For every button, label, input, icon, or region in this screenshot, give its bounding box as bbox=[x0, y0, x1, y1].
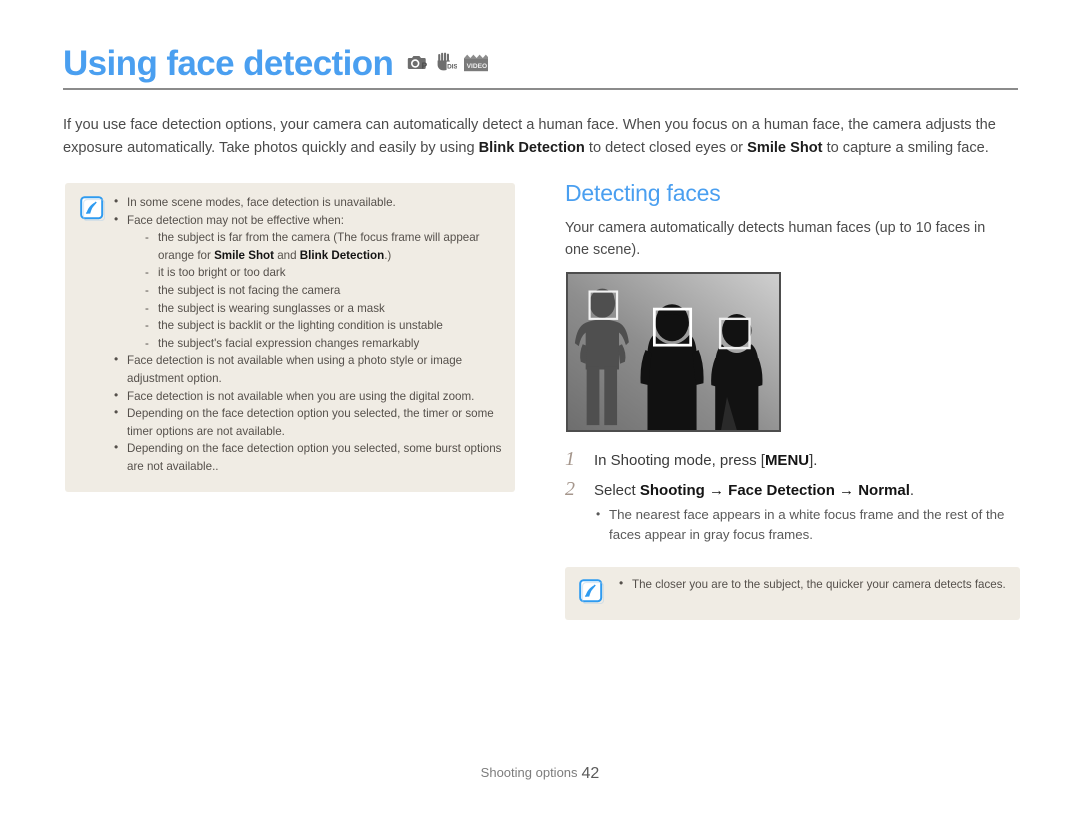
tip-bullet-list: The closer you are to the subject, the q… bbox=[618, 575, 1006, 594]
step-text-pre: In Shooting mode, press [ bbox=[594, 452, 765, 469]
step-bold-menu: MENU bbox=[764, 452, 810, 469]
list-item: the subject is backlit or the lighting c… bbox=[144, 317, 503, 335]
camera-program-icon: P bbox=[406, 53, 430, 77]
page-title: Using face detection bbox=[63, 44, 394, 83]
step-list: 1 In Shooting mode, press [MENU]. 2 Select… bbox=[565, 448, 1020, 553]
intro-text-3: to capture a smiling face. bbox=[822, 140, 989, 157]
svg-text:P: P bbox=[422, 61, 428, 70]
intro-bold-blink-detection: Blink Detection bbox=[478, 140, 585, 157]
tip-box: The closer you are to the subject, the q… bbox=[565, 567, 1020, 620]
sub-item-mid: and bbox=[274, 248, 300, 262]
step-bold-menu-path: Shooting → Face Detection → Normal bbox=[639, 482, 910, 499]
list-item: the subject is far from the camera (The … bbox=[144, 229, 503, 264]
list-item: The nearest face appears in a white focu… bbox=[594, 504, 1020, 545]
sub-item-text: it is too bright or too dark bbox=[158, 266, 286, 280]
video-icon: VIDEO bbox=[463, 54, 489, 77]
svg-text:VIDEO: VIDEO bbox=[467, 63, 488, 70]
sub-item-text: the subject is not facing the camera bbox=[158, 283, 341, 297]
note-box-content: In some scene modes, face detection is u… bbox=[113, 193, 503, 476]
step-sub-text: The nearest face appears in a white focu… bbox=[609, 507, 1005, 542]
step-2: 2 Select Shooting → Face Detection → Norm… bbox=[565, 478, 1020, 545]
list-item: In some scene modes, face detection is u… bbox=[113, 193, 503, 212]
mode-icon-group: P DIS VIDEO bbox=[406, 52, 489, 81]
tip-item-text: The closer you are to the subject, the q… bbox=[632, 578, 1006, 591]
hand-dis-icon: DIS bbox=[436, 52, 459, 77]
note-item-text: Face detection is not available when usi… bbox=[127, 354, 463, 385]
manual-page: Using face detection P DIS VIDEO If you … bbox=[0, 0, 1080, 815]
sub-item-text: the subject is backlit or the lighting c… bbox=[158, 319, 443, 333]
sub-item-text: the subject is wearing sunglasses or a m… bbox=[158, 301, 385, 315]
sub-item-text: the subject's facial expression changes … bbox=[158, 336, 420, 350]
sub-item-bold-blink-detection: Blink Detection bbox=[299, 248, 385, 262]
step-sub-list: The nearest face appears in a white focu… bbox=[594, 504, 1020, 545]
right-column: Detecting faces Your camera automaticall… bbox=[565, 180, 1020, 261]
footer-section-label: Shooting options bbox=[480, 765, 578, 780]
note-bullet-list: In some scene modes, face detection is u… bbox=[113, 193, 503, 476]
svg-text:DIS: DIS bbox=[447, 64, 457, 71]
note-pen-icon bbox=[80, 196, 106, 222]
note-item-text: Depending on the face detection option y… bbox=[127, 407, 494, 438]
list-item: the subject's facial expression changes … bbox=[144, 335, 503, 353]
list-item: Face detection may not be effective when… bbox=[113, 211, 503, 353]
page-header: Using face detection P DIS VIDEO bbox=[63, 46, 1018, 81]
note-item-text: In some scene modes, face detection is u… bbox=[127, 196, 396, 209]
intro-text-2: to detect closed eyes or bbox=[584, 140, 748, 157]
intro-bold-smile-shot: Smile Shot bbox=[747, 140, 823, 157]
list-item: the subject is not facing the camera bbox=[144, 282, 503, 300]
list-item: Face detection is not available when you… bbox=[113, 387, 503, 406]
list-item: Depending on the face detection option y… bbox=[113, 439, 503, 475]
note-pen-icon bbox=[579, 579, 605, 605]
step-text-pre: Select bbox=[594, 482, 640, 499]
step-text-post: . bbox=[909, 482, 915, 499]
sub-item-bold-smile-shot: Smile Shot bbox=[214, 248, 274, 262]
page-footer: Shooting options 42 bbox=[0, 765, 1080, 783]
face-detection-preview-image bbox=[566, 272, 781, 432]
list-item: The closer you are to the subject, the q… bbox=[618, 575, 1006, 594]
section-paragraph: Your camera automatically detects human … bbox=[565, 220, 986, 259]
header-divider bbox=[63, 88, 1018, 90]
footer-page-number: 42 bbox=[581, 765, 600, 782]
list-item: Depending on the face detection option y… bbox=[113, 404, 503, 440]
step-number: 2 bbox=[565, 478, 575, 500]
list-item: Face detection is not available when usi… bbox=[113, 351, 503, 387]
note-sub-list: the subject is far from the camera (The … bbox=[127, 229, 503, 352]
note-item-text: Face detection may not be effective when… bbox=[127, 213, 344, 227]
step-text-post: ]. bbox=[809, 452, 818, 469]
step-number: 1 bbox=[565, 448, 575, 470]
intro-paragraph: If you use face detection options, your … bbox=[63, 114, 1021, 161]
note-box: In some scene modes, face detection is u… bbox=[65, 183, 515, 492]
note-item-text: Face detection is not available when you… bbox=[127, 389, 475, 403]
list-item: it is too bright or too dark bbox=[144, 264, 503, 282]
sub-item-post: .) bbox=[384, 248, 392, 262]
section-title: Detecting faces bbox=[565, 180, 721, 206]
list-item: the subject is wearing sunglasses or a m… bbox=[144, 300, 503, 318]
step-1: 1 In Shooting mode, press [MENU]. bbox=[565, 448, 1020, 472]
note-item-text: Depending on the face detection option y… bbox=[127, 442, 502, 473]
